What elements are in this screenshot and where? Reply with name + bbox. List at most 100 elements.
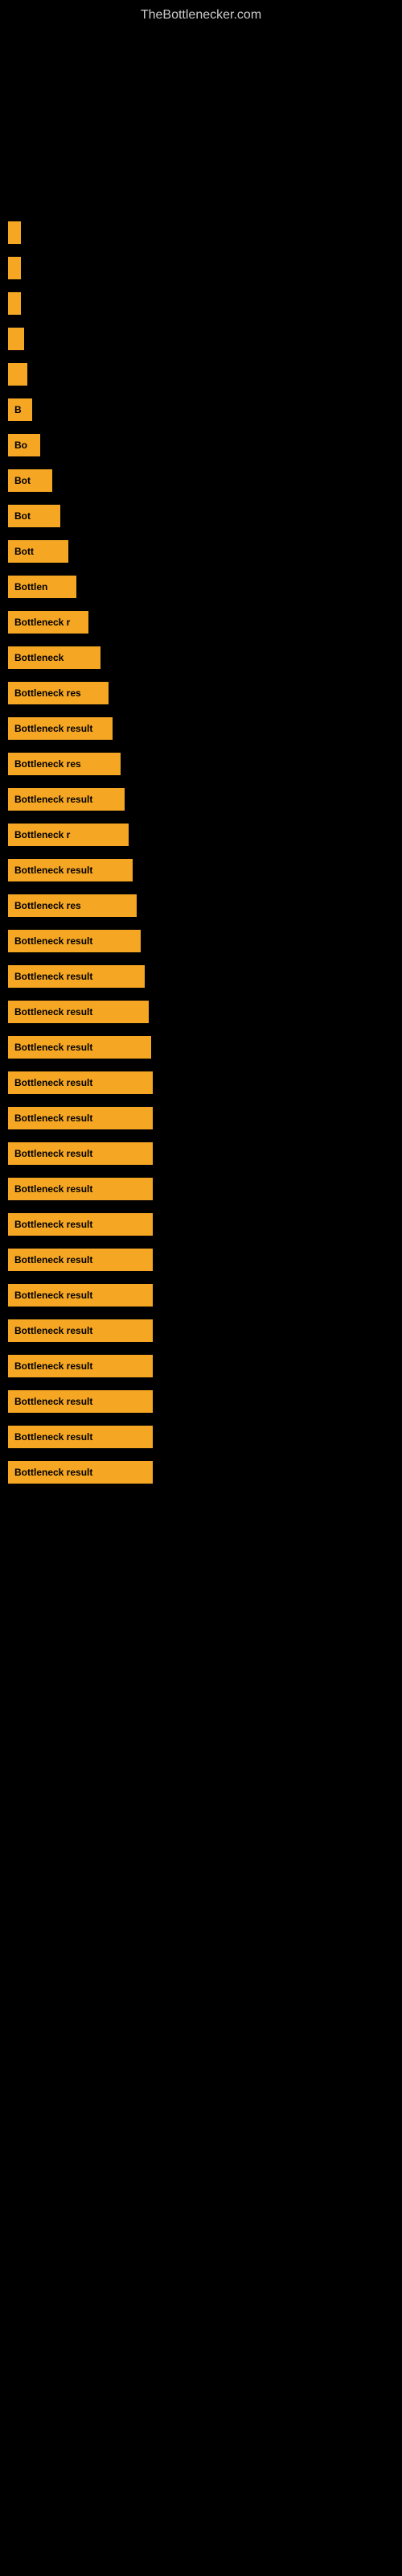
bar-spacer <box>8 530 402 539</box>
bar-row: Bottleneck result <box>8 1353 402 1379</box>
bar-spacer <box>8 460 402 468</box>
bar-label: Bottleneck result <box>8 1355 153 1377</box>
bar-row: Bottleneck result <box>8 1318 402 1344</box>
bar-row: Bottleneck r <box>8 822 402 848</box>
bar-row: Bottleneck result <box>8 1141 402 1166</box>
bar-label: Bottleneck result <box>8 788 125 811</box>
bar-label: Bottleneck result <box>8 1319 153 1342</box>
bar-label: Bottleneck result <box>8 1461 153 1484</box>
bar-label: Bottleneck result <box>8 1107 153 1129</box>
bar-row: B <box>8 397 402 423</box>
bar-label <box>8 292 21 315</box>
bar-row: Bottleneck result <box>8 1247 402 1273</box>
bar-label <box>8 257 21 279</box>
bar-row: Bottleneck result <box>8 1070 402 1096</box>
bar-row: Bottleneck result <box>8 999 402 1025</box>
bar-label: Bottleneck result <box>8 1249 153 1271</box>
bar-label <box>8 221 21 244</box>
bar-spacer <box>8 849 402 857</box>
bar-spacer <box>8 991 402 999</box>
bar-spacer <box>8 672 402 680</box>
bar-label: Bottleneck result <box>8 717 113 740</box>
bar-label: Bottleneck res <box>8 753 121 775</box>
bar-label <box>8 363 27 386</box>
bar-row: Bo <box>8 432 402 458</box>
bar-row <box>8 291 402 316</box>
bar-spacer <box>8 1274 402 1282</box>
bar-spacer <box>8 1168 402 1176</box>
bar-spacer <box>8 1239 402 1247</box>
bar-label: Bot <box>8 505 60 527</box>
bar-row: Bott <box>8 539 402 564</box>
bar-spacer <box>8 1345 402 1353</box>
bar-label: Bot <box>8 469 52 492</box>
bar-row: Bottleneck result <box>8 1459 402 1485</box>
bar-spacer <box>8 1026 402 1034</box>
bar-row: Bottleneck result <box>8 1282 402 1308</box>
bar-row <box>8 220 402 246</box>
bar-spacer <box>8 318 402 326</box>
bar-row: Bottleneck result <box>8 1212 402 1237</box>
bar-spacer <box>8 885 402 893</box>
bar-row: Bottleneck result <box>8 928 402 954</box>
bar-row: Bottleneck result <box>8 1389 402 1414</box>
bar-spacer <box>8 956 402 964</box>
bar-spacer <box>8 1203 402 1212</box>
bar-label: Bottleneck result <box>8 1178 153 1200</box>
bar-label: Bottleneck result <box>8 1213 153 1236</box>
bar-label: B <box>8 398 32 421</box>
bar-spacer <box>8 495 402 503</box>
bar-label: Bottleneck r <box>8 824 129 846</box>
bar-label: Bottleneck result <box>8 965 145 988</box>
bar-spacer <box>8 1133 402 1141</box>
bar-label: Bottleneck result <box>8 1284 153 1307</box>
bar-spacer <box>8 637 402 645</box>
bar-spacer <box>8 566 402 574</box>
bar-label: Bottleneck result <box>8 1426 153 1448</box>
bar-row <box>8 326 402 352</box>
bar-label: Bottleneck result <box>8 1142 153 1165</box>
bar-label: Bottleneck <box>8 646 100 669</box>
bar-label: Bottleneck r <box>8 611 88 634</box>
bar-label: Bottleneck result <box>8 930 141 952</box>
bar-row <box>8 361 402 387</box>
bar-spacer <box>8 247 402 255</box>
bar-row: Bottlen <box>8 574 402 600</box>
bar-label: Bott <box>8 540 68 563</box>
bar-spacer <box>8 353 402 361</box>
bar-row: Bottleneck result <box>8 786 402 812</box>
bar-label: Bo <box>8 434 40 456</box>
bar-spacer <box>8 212 402 220</box>
bar-label: Bottlen <box>8 576 76 598</box>
bar-row: Bottleneck result <box>8 1105 402 1131</box>
bar-label: Bottleneck result <box>8 1071 153 1094</box>
bar-label: Bottleneck result <box>8 1390 153 1413</box>
bar-label: Bottleneck result <box>8 1001 149 1023</box>
bar-spacer <box>8 601 402 609</box>
bar-spacer <box>8 814 402 822</box>
bar-spacer <box>8 920 402 928</box>
bar-spacer <box>8 708 402 716</box>
bar-label: Bottleneck res <box>8 894 137 917</box>
bar-spacer <box>8 778 402 786</box>
bar-row: Bottleneck <box>8 645 402 671</box>
site-title: TheBottlenecker.com <box>0 0 402 27</box>
bar-spacer <box>8 1416 402 1424</box>
bar-spacer <box>8 1062 402 1070</box>
bar-label: Bottleneck result <box>8 859 133 881</box>
bar-spacer <box>8 389 402 397</box>
bar-row: Bottleneck result <box>8 1034 402 1060</box>
bar-label: Bottleneck res <box>8 682 109 704</box>
bar-row: Bottleneck res <box>8 893 402 919</box>
bar-row <box>8 255 402 281</box>
bar-row: Bottleneck res <box>8 680 402 706</box>
bar-spacer <box>8 1381 402 1389</box>
site-header: TheBottlenecker.com <box>0 0 402 27</box>
bar-row: Bottleneck result <box>8 1424 402 1450</box>
bar-row: Bottleneck result <box>8 857 402 883</box>
bar-row: Bottleneck r <box>8 609 402 635</box>
chart-area <box>0 27 402 204</box>
bar-row: Bottleneck res <box>8 751 402 777</box>
bars-container: B Bo Bot Bot Bott Bottlen Bottleneck r Bottlene… <box>0 204 402 1495</box>
bar-spacer <box>8 1451 402 1459</box>
